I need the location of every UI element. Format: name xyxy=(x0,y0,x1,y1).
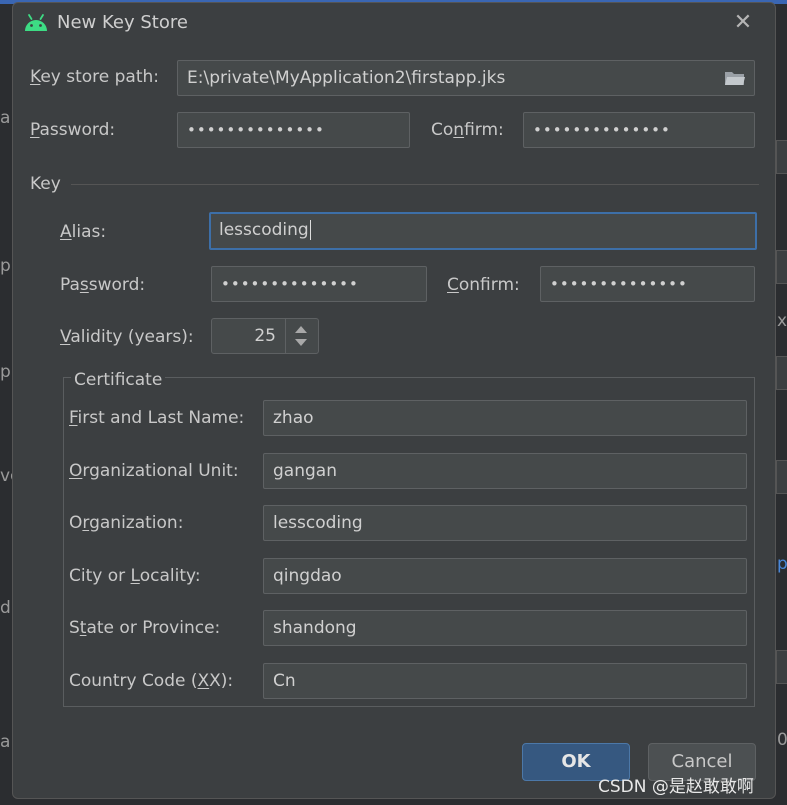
ide-bg-panel xyxy=(776,356,787,390)
country-code-input[interactable]: Cn xyxy=(263,663,747,699)
org-unit-input[interactable]: gangan xyxy=(263,453,747,489)
close-icon[interactable]: ✕ xyxy=(729,9,757,37)
spinner-arrows-icon[interactable] xyxy=(285,319,318,353)
validity-value: 25 xyxy=(254,326,276,346)
new-key-store-dialog: New Key Store ✕ Key store path: E:\priva… xyxy=(12,2,776,799)
ide-bg-text: d xyxy=(0,598,11,618)
key-section-divider xyxy=(71,184,759,185)
city-input[interactable]: qingdao xyxy=(263,558,747,594)
ide-bg-text: p xyxy=(777,554,787,574)
alias-value: lesscoding xyxy=(219,220,309,240)
country-code-label: Country Code (XX): xyxy=(69,671,234,691)
ide-bg-panel xyxy=(776,140,787,174)
ide-bg-text: p xyxy=(0,362,11,382)
ide-bg-text: a xyxy=(0,108,11,128)
ide-bg-text: a xyxy=(0,732,11,752)
state-input[interactable]: shandong xyxy=(263,610,747,646)
alias-label: Alias: xyxy=(60,222,107,242)
key-password-input[interactable]: •••••••••••••• xyxy=(211,266,427,302)
alias-input[interactable]: lesscoding xyxy=(209,212,757,250)
validity-spinner[interactable]: 25 xyxy=(211,318,319,354)
organization-label: Organization: xyxy=(69,513,184,533)
folder-icon[interactable] xyxy=(724,69,746,87)
key-confirm-label: Confirm: xyxy=(447,275,520,295)
city-label: City or Locality: xyxy=(69,566,201,586)
key-confirm-input[interactable]: •••••••••••••• xyxy=(540,266,755,302)
ide-bg-text: x xyxy=(777,311,787,331)
watermark: CSDN @是赵敢敢啊 xyxy=(598,777,754,797)
ide-bg-text: 0 xyxy=(777,730,787,750)
ide-bg-panel xyxy=(776,250,787,284)
key-section-title: Key xyxy=(30,174,61,194)
org-unit-label: Organizational Unit: xyxy=(69,461,239,481)
keystore-password-label: Password: xyxy=(30,120,116,140)
text-caret xyxy=(309,220,311,240)
keystore-confirm-label: Confirm: xyxy=(431,120,504,140)
key-password-label: Password: xyxy=(60,275,146,295)
keystore-path-value: E:\private\MyApplication2\firstapp.jks xyxy=(187,68,506,88)
validity-label: Validity (years): xyxy=(60,327,194,347)
keystore-confirm-input[interactable]: •••••••••••••• xyxy=(523,112,755,148)
title-bar: New Key Store ✕ xyxy=(13,3,775,43)
spinner-down-icon[interactable] xyxy=(295,339,307,346)
keystore-path-label: Key store path: xyxy=(30,67,160,87)
first-last-name-label: First and Last Name: xyxy=(69,408,245,428)
spinner-up-icon[interactable] xyxy=(295,326,307,333)
certificate-legend: Certificate xyxy=(71,370,166,390)
organization-input[interactable]: lesscoding xyxy=(263,505,747,541)
state-label: State or Province: xyxy=(69,618,221,638)
ide-bg-panel xyxy=(776,650,787,684)
ide-bg-panel xyxy=(776,460,787,494)
keystore-password-input[interactable]: •••••••••••••• xyxy=(177,112,410,148)
keystore-path-input[interactable]: E:\private\MyApplication2\firstapp.jks xyxy=(177,60,755,96)
first-last-name-input[interactable]: zhao xyxy=(263,400,747,436)
android-icon xyxy=(25,14,47,31)
dialog-title: New Key Store xyxy=(57,12,188,33)
ide-bg-text: p xyxy=(0,256,11,276)
